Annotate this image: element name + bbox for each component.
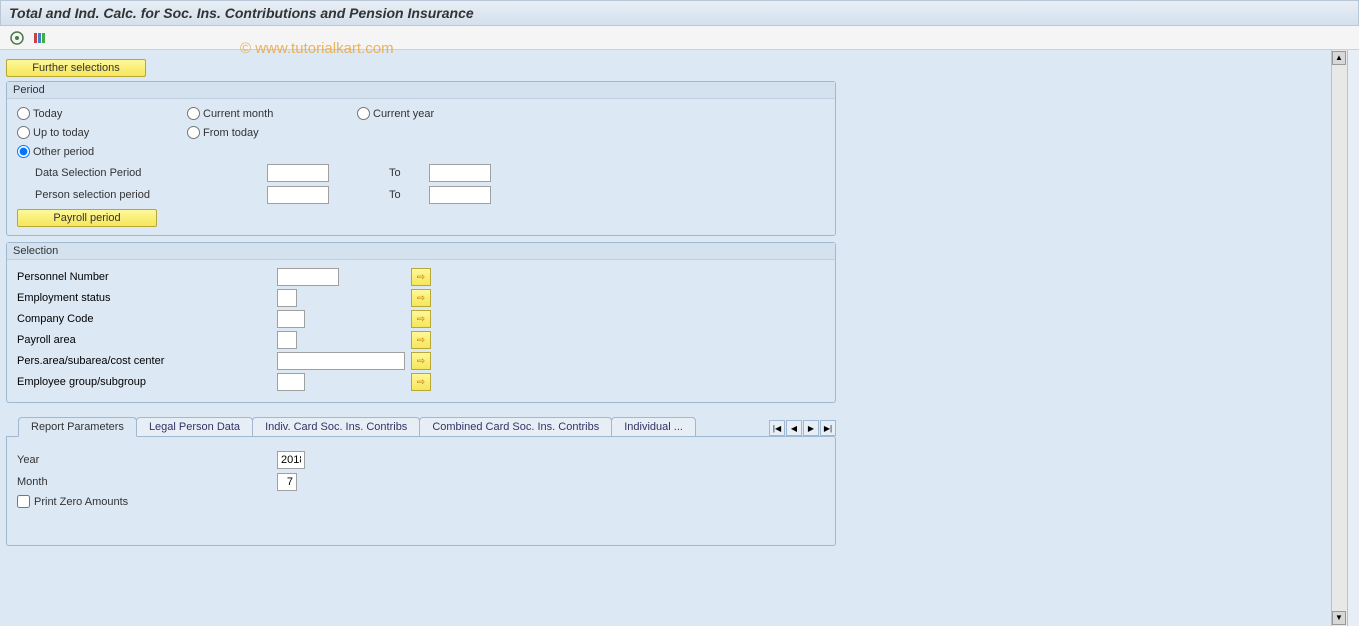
- selection-input[interactable]: [277, 373, 305, 391]
- payroll-period-button[interactable]: Payroll period: [17, 209, 157, 227]
- period-title: Period: [7, 82, 835, 99]
- selection-input[interactable]: [277, 352, 405, 370]
- selection-row: Employment status ⇨: [17, 289, 825, 307]
- scroll-up-icon[interactable]: ▲: [1332, 51, 1346, 65]
- selection-label: Payroll area: [17, 334, 277, 346]
- selection-label: Employee group/subgroup: [17, 376, 277, 388]
- tab-next-icon[interactable]: ▶: [803, 420, 819, 436]
- to-label-2: To: [389, 189, 429, 201]
- data-selection-from-input[interactable]: [267, 164, 329, 182]
- selection-input[interactable]: [277, 289, 297, 307]
- radio-today[interactable]: Today: [17, 107, 187, 120]
- tab-strip: Report ParametersLegal Person DataIndiv.…: [6, 417, 836, 436]
- execute-icon[interactable]: [8, 29, 26, 47]
- selection-row: Pers.area/subarea/cost center ⇨: [17, 352, 825, 370]
- selection-label: Pers.area/subarea/cost center: [17, 355, 277, 367]
- multiple-selection-icon[interactable]: ⇨: [411, 268, 431, 286]
- selection-row: Payroll area ⇨: [17, 331, 825, 349]
- tab-first-icon[interactable]: |◀: [769, 420, 785, 436]
- further-selections-button[interactable]: Further selections: [6, 59, 146, 77]
- tab-content-report-params: Year Month Print Zero Amounts: [6, 436, 836, 546]
- page-title: Total and Ind. Calc. for Soc. Ins. Contr…: [0, 0, 1359, 26]
- selection-row: Company Code ⇨: [17, 310, 825, 328]
- tab-last-icon[interactable]: ▶|: [820, 420, 836, 436]
- selection-input[interactable]: [277, 310, 305, 328]
- scroll-down-icon[interactable]: ▼: [1332, 611, 1346, 625]
- multiple-selection-icon[interactable]: ⇨: [411, 310, 431, 328]
- selection-title: Selection: [7, 243, 835, 260]
- tab[interactable]: Combined Card Soc. Ins. Contribs: [419, 417, 612, 436]
- multiple-selection-icon[interactable]: ⇨: [411, 331, 431, 349]
- radio-current-month[interactable]: Current month: [187, 107, 357, 120]
- multiple-selection-icon[interactable]: ⇨: [411, 289, 431, 307]
- radio-from-today[interactable]: From today: [187, 126, 357, 139]
- selection-input[interactable]: [277, 268, 339, 286]
- selection-row: Employee group/subgroup ⇨: [17, 373, 825, 391]
- selection-group: Selection Personnel Number⇨Employment st…: [6, 242, 836, 403]
- radio-up-to-today[interactable]: Up to today: [17, 126, 187, 139]
- tab[interactable]: Legal Person Data: [136, 417, 253, 436]
- multiple-selection-icon[interactable]: ⇨: [411, 352, 431, 370]
- year-input[interactable]: [277, 451, 305, 469]
- tab[interactable]: Report Parameters: [18, 417, 137, 437]
- month-input[interactable]: [277, 473, 297, 491]
- person-selection-label: Person selection period: [17, 189, 267, 201]
- data-selection-to-input[interactable]: [429, 164, 491, 182]
- tab-prev-icon[interactable]: ◀: [786, 420, 802, 436]
- radio-current-year[interactable]: Current year: [357, 107, 527, 120]
- month-label: Month: [17, 476, 277, 488]
- selection-label: Company Code: [17, 313, 277, 325]
- selection-row: Personnel Number ⇨: [17, 268, 825, 286]
- radio-other-period[interactable]: Other period: [17, 145, 187, 158]
- selection-label: Employment status: [17, 292, 277, 304]
- selection-label: Personnel Number: [17, 271, 277, 283]
- person-selection-from-input[interactable]: [267, 186, 329, 204]
- tab[interactable]: Individual ...: [611, 417, 696, 436]
- year-label: Year: [17, 454, 277, 466]
- tab[interactable]: Indiv. Card Soc. Ins. Contribs: [252, 417, 420, 436]
- main-content: Further selections Period Today Current …: [0, 50, 1331, 626]
- vertical-scrollbar[interactable]: ▲ ▼: [1331, 50, 1347, 626]
- selection-input[interactable]: [277, 331, 297, 349]
- variant-icon[interactable]: [30, 29, 48, 47]
- period-group: Period Today Current month Current year …: [6, 81, 836, 236]
- data-selection-label: Data Selection Period: [17, 167, 267, 179]
- print-zero-checkbox[interactable]: Print Zero Amounts: [17, 495, 825, 508]
- to-label-1: To: [389, 167, 429, 179]
- person-selection-to-input[interactable]: [429, 186, 491, 204]
- multiple-selection-icon[interactable]: ⇨: [411, 373, 431, 391]
- toolbar: [0, 26, 1359, 50]
- side-gutter: [1347, 50, 1359, 626]
